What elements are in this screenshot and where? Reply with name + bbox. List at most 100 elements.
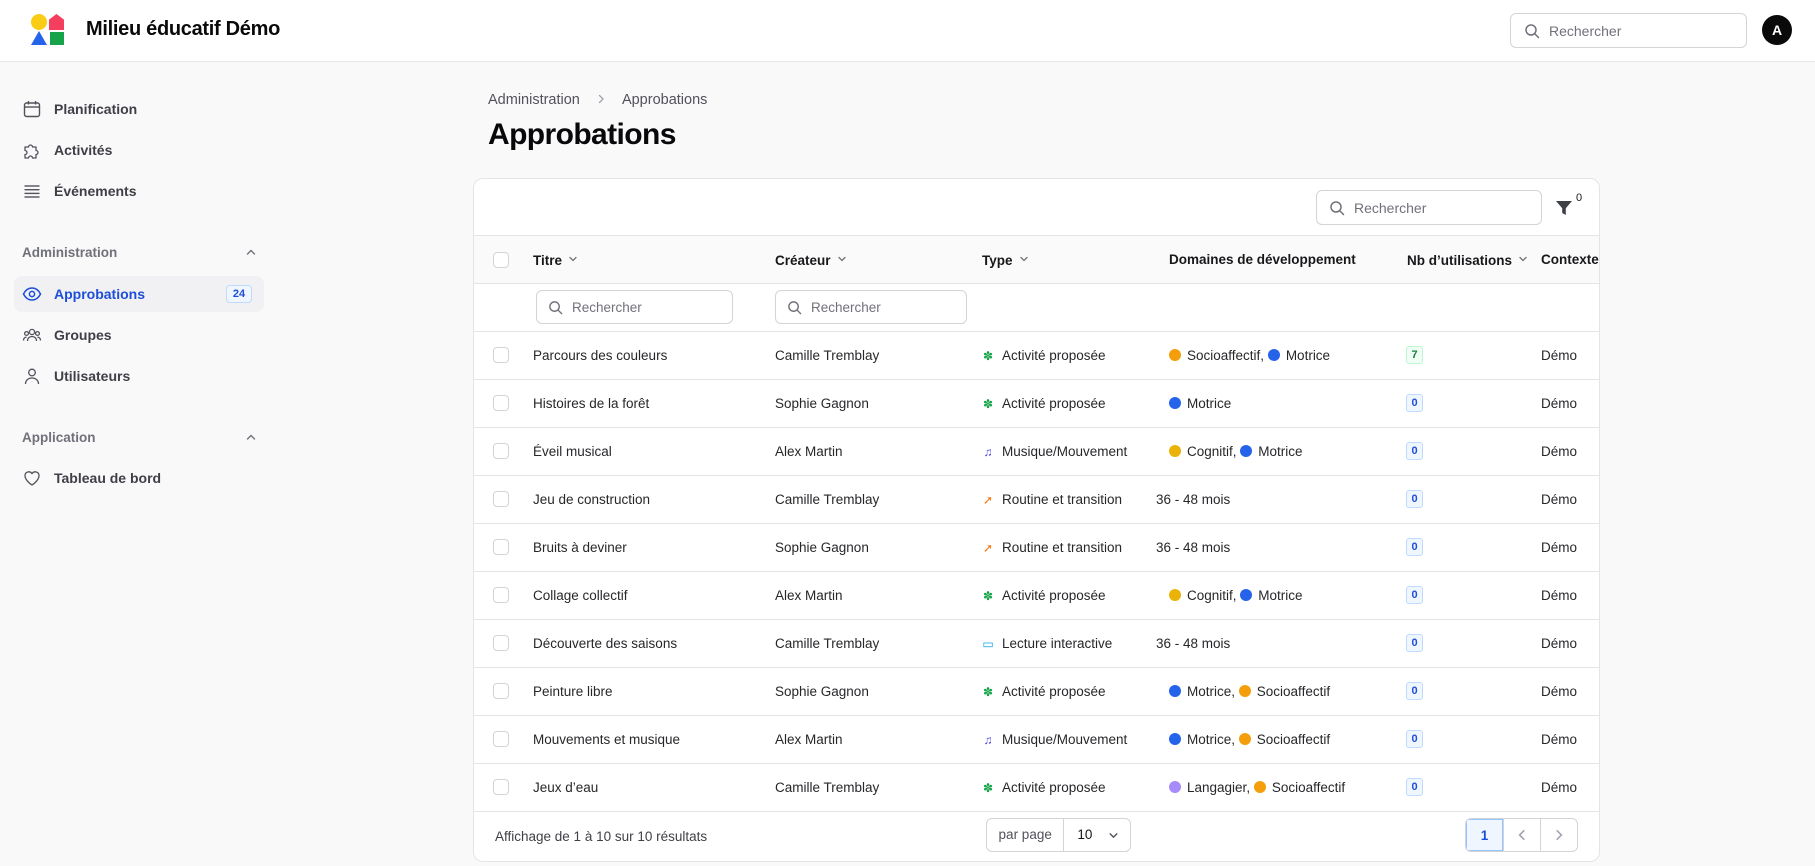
sidebar-item-approbations[interactable]: Approbations 24 bbox=[14, 276, 264, 312]
sidebar-item-utilisateurs[interactable]: Utilisateurs bbox=[14, 358, 264, 394]
row-checkbox[interactable] bbox=[493, 443, 509, 459]
table-row[interactable]: Collage collectif Alex Martin ✽ Activité pr… bbox=[474, 572, 1599, 620]
chevron-down-icon bbox=[1109, 833, 1118, 839]
table-row[interactable]: Découverte des saisons Camille Tremblay ▭ L… bbox=[474, 620, 1599, 668]
chevron-right-icon bbox=[596, 92, 606, 108]
row-creator: Camille Tremblay bbox=[775, 636, 880, 651]
table-row[interactable]: Histoires de la forêt Sophie Gagnon ✽ Activ… bbox=[474, 380, 1599, 428]
page-button-current[interactable]: 1 bbox=[1466, 819, 1503, 851]
per-page-select[interactable]: par page 10 bbox=[986, 818, 1131, 852]
row-title[interactable]: Jeux d’eau bbox=[533, 780, 598, 795]
table-row[interactable]: Jeu de construction Camille Tremblay ➚ Rout… bbox=[474, 476, 1599, 524]
filter-button[interactable]: 0 bbox=[1554, 192, 1584, 221]
table-row[interactable]: Jeux d’eau Camille Tremblay ✽ Activité prop… bbox=[474, 764, 1599, 812]
row-checkbox[interactable] bbox=[493, 491, 509, 507]
row-checkbox[interactable] bbox=[493, 587, 509, 603]
row-checkbox[interactable] bbox=[493, 731, 509, 747]
column-header-title[interactable]: Titre bbox=[533, 252, 578, 268]
table-row[interactable]: Parcours des couleurs Camille Tremblay ✽ Ac… bbox=[474, 332, 1599, 380]
row-title[interactable]: Bruits à deviner bbox=[533, 540, 627, 555]
table-row[interactable]: Éveil musical Alex Martin ♫ Musique/Mouveme… bbox=[474, 428, 1599, 476]
row-title[interactable]: Peinture libre bbox=[533, 684, 613, 699]
next-page-button[interactable] bbox=[1540, 819, 1577, 851]
column-filter-row bbox=[474, 284, 1599, 332]
row-checkbox[interactable] bbox=[493, 683, 509, 699]
domain-label: Motrice bbox=[1258, 588, 1303, 603]
global-search[interactable] bbox=[1510, 13, 1747, 48]
sidebar-item-tableau-de-bord[interactable]: Tableau de bord bbox=[14, 460, 264, 496]
transition-icon: ➚ bbox=[982, 493, 994, 507]
table-search[interactable] bbox=[1316, 190, 1542, 225]
row-uses-badge: 0 bbox=[1406, 442, 1423, 460]
row-creator: Sophie Gagnon bbox=[775, 540, 869, 555]
domain-label: Cognitif bbox=[1187, 588, 1233, 603]
row-uses-badge: 7 bbox=[1406, 346, 1423, 364]
puzzle-icon: ✽ bbox=[982, 349, 994, 363]
global-search-input[interactable] bbox=[1549, 14, 1739, 47]
row-domains: Motrice, Socioaffectif bbox=[1169, 732, 1330, 747]
socioaffectif-icon bbox=[1169, 349, 1181, 361]
chevron-up-icon[interactable] bbox=[245, 246, 257, 261]
sidebar-item-label: Approbations bbox=[54, 286, 145, 302]
per-page-dropdown[interactable]: 10 bbox=[1064, 819, 1130, 851]
row-checkbox[interactable] bbox=[493, 539, 509, 555]
table-row[interactable]: Peinture libre Sophie Gagnon ✽ Activité pro… bbox=[474, 668, 1599, 716]
sidebar-item-evenements[interactable]: Événements bbox=[14, 173, 264, 209]
row-type-label: Activité proposée bbox=[1002, 348, 1106, 363]
music-note-icon: ♫ bbox=[983, 733, 993, 747]
column-label: Domaines de développement bbox=[1169, 252, 1356, 267]
row-checkbox[interactable] bbox=[493, 347, 509, 363]
eye-icon bbox=[22, 284, 42, 304]
column-header-type[interactable]: Type bbox=[982, 252, 1029, 268]
heart-icon bbox=[22, 468, 42, 488]
row-title[interactable]: Collage collectif bbox=[533, 588, 628, 603]
row-title[interactable]: Éveil musical bbox=[533, 444, 612, 459]
row-checkbox[interactable] bbox=[493, 635, 509, 651]
row-title[interactable]: Mouvements et musique bbox=[533, 732, 680, 747]
select-all-checkbox[interactable] bbox=[493, 252, 509, 268]
table-search-input[interactable] bbox=[1354, 191, 1534, 224]
column-header-uses[interactable]: Nb d’utilisations bbox=[1407, 252, 1528, 268]
row-title[interactable]: Découverte des saisons bbox=[533, 636, 677, 651]
row-context: Démo bbox=[1541, 396, 1578, 411]
table-row[interactable]: Bruits à deviner Sophie Gagnon ➚ Routine et… bbox=[474, 524, 1599, 572]
row-checkbox[interactable] bbox=[493, 779, 509, 795]
row-domains: 36 - 48 mois bbox=[1156, 636, 1231, 651]
sidebar-item-planification[interactable]: Planification bbox=[14, 91, 264, 127]
row-type-label: Lecture interactive bbox=[1002, 636, 1113, 651]
creator-filter-input[interactable] bbox=[811, 291, 961, 323]
row-title[interactable]: Jeu de construction bbox=[533, 492, 650, 507]
sidebar-item-groupes[interactable]: Groupes bbox=[14, 317, 264, 353]
row-title[interactable]: Histoires de la forêt bbox=[533, 396, 649, 411]
previous-page-button[interactable] bbox=[1503, 819, 1540, 851]
row-creator: Camille Tremblay bbox=[775, 492, 880, 507]
sidebar-section-title: Administration bbox=[22, 245, 118, 260]
row-checkbox[interactable] bbox=[493, 395, 509, 411]
motrice-icon bbox=[1267, 349, 1280, 361]
row-domains: 36 - 48 mois bbox=[1156, 540, 1231, 555]
column-label: Nb d’utilisations bbox=[1407, 253, 1513, 268]
chevron-up-icon[interactable] bbox=[245, 431, 257, 446]
sidebar-section-administration[interactable]: Administration bbox=[22, 245, 257, 260]
row-title[interactable]: Parcours des couleurs bbox=[533, 348, 667, 363]
app-logo[interactable] bbox=[31, 14, 65, 46]
count-badge: 24 bbox=[226, 285, 252, 303]
title-filter[interactable] bbox=[536, 290, 733, 324]
sidebar-item-label: Planification bbox=[54, 101, 138, 117]
row-type: ✽ Activité proposée bbox=[981, 396, 1106, 411]
column-header-creator[interactable]: Créateur bbox=[775, 252, 847, 268]
row-type: ▭ Lecture interactive bbox=[981, 636, 1112, 651]
motrice-icon bbox=[1240, 445, 1253, 457]
sidebar-item-activites[interactable]: Activités bbox=[14, 132, 264, 168]
motrice-icon bbox=[1240, 589, 1253, 601]
domain-label: Socioaffectif bbox=[1187, 348, 1261, 363]
creator-filter[interactable] bbox=[775, 290, 967, 324]
row-context: Démo bbox=[1541, 492, 1578, 507]
title-filter-input[interactable] bbox=[572, 291, 722, 323]
per-page-value: 10 bbox=[1077, 827, 1093, 842]
sidebar-section-application[interactable]: Application bbox=[22, 430, 257, 445]
user-avatar[interactable]: A bbox=[1762, 15, 1792, 45]
motrice-icon bbox=[1169, 685, 1181, 697]
breadcrumb-parent[interactable]: Administration bbox=[488, 92, 580, 108]
table-row[interactable]: Mouvements et musique Alex Martin ♫ Musique… bbox=[474, 716, 1599, 764]
